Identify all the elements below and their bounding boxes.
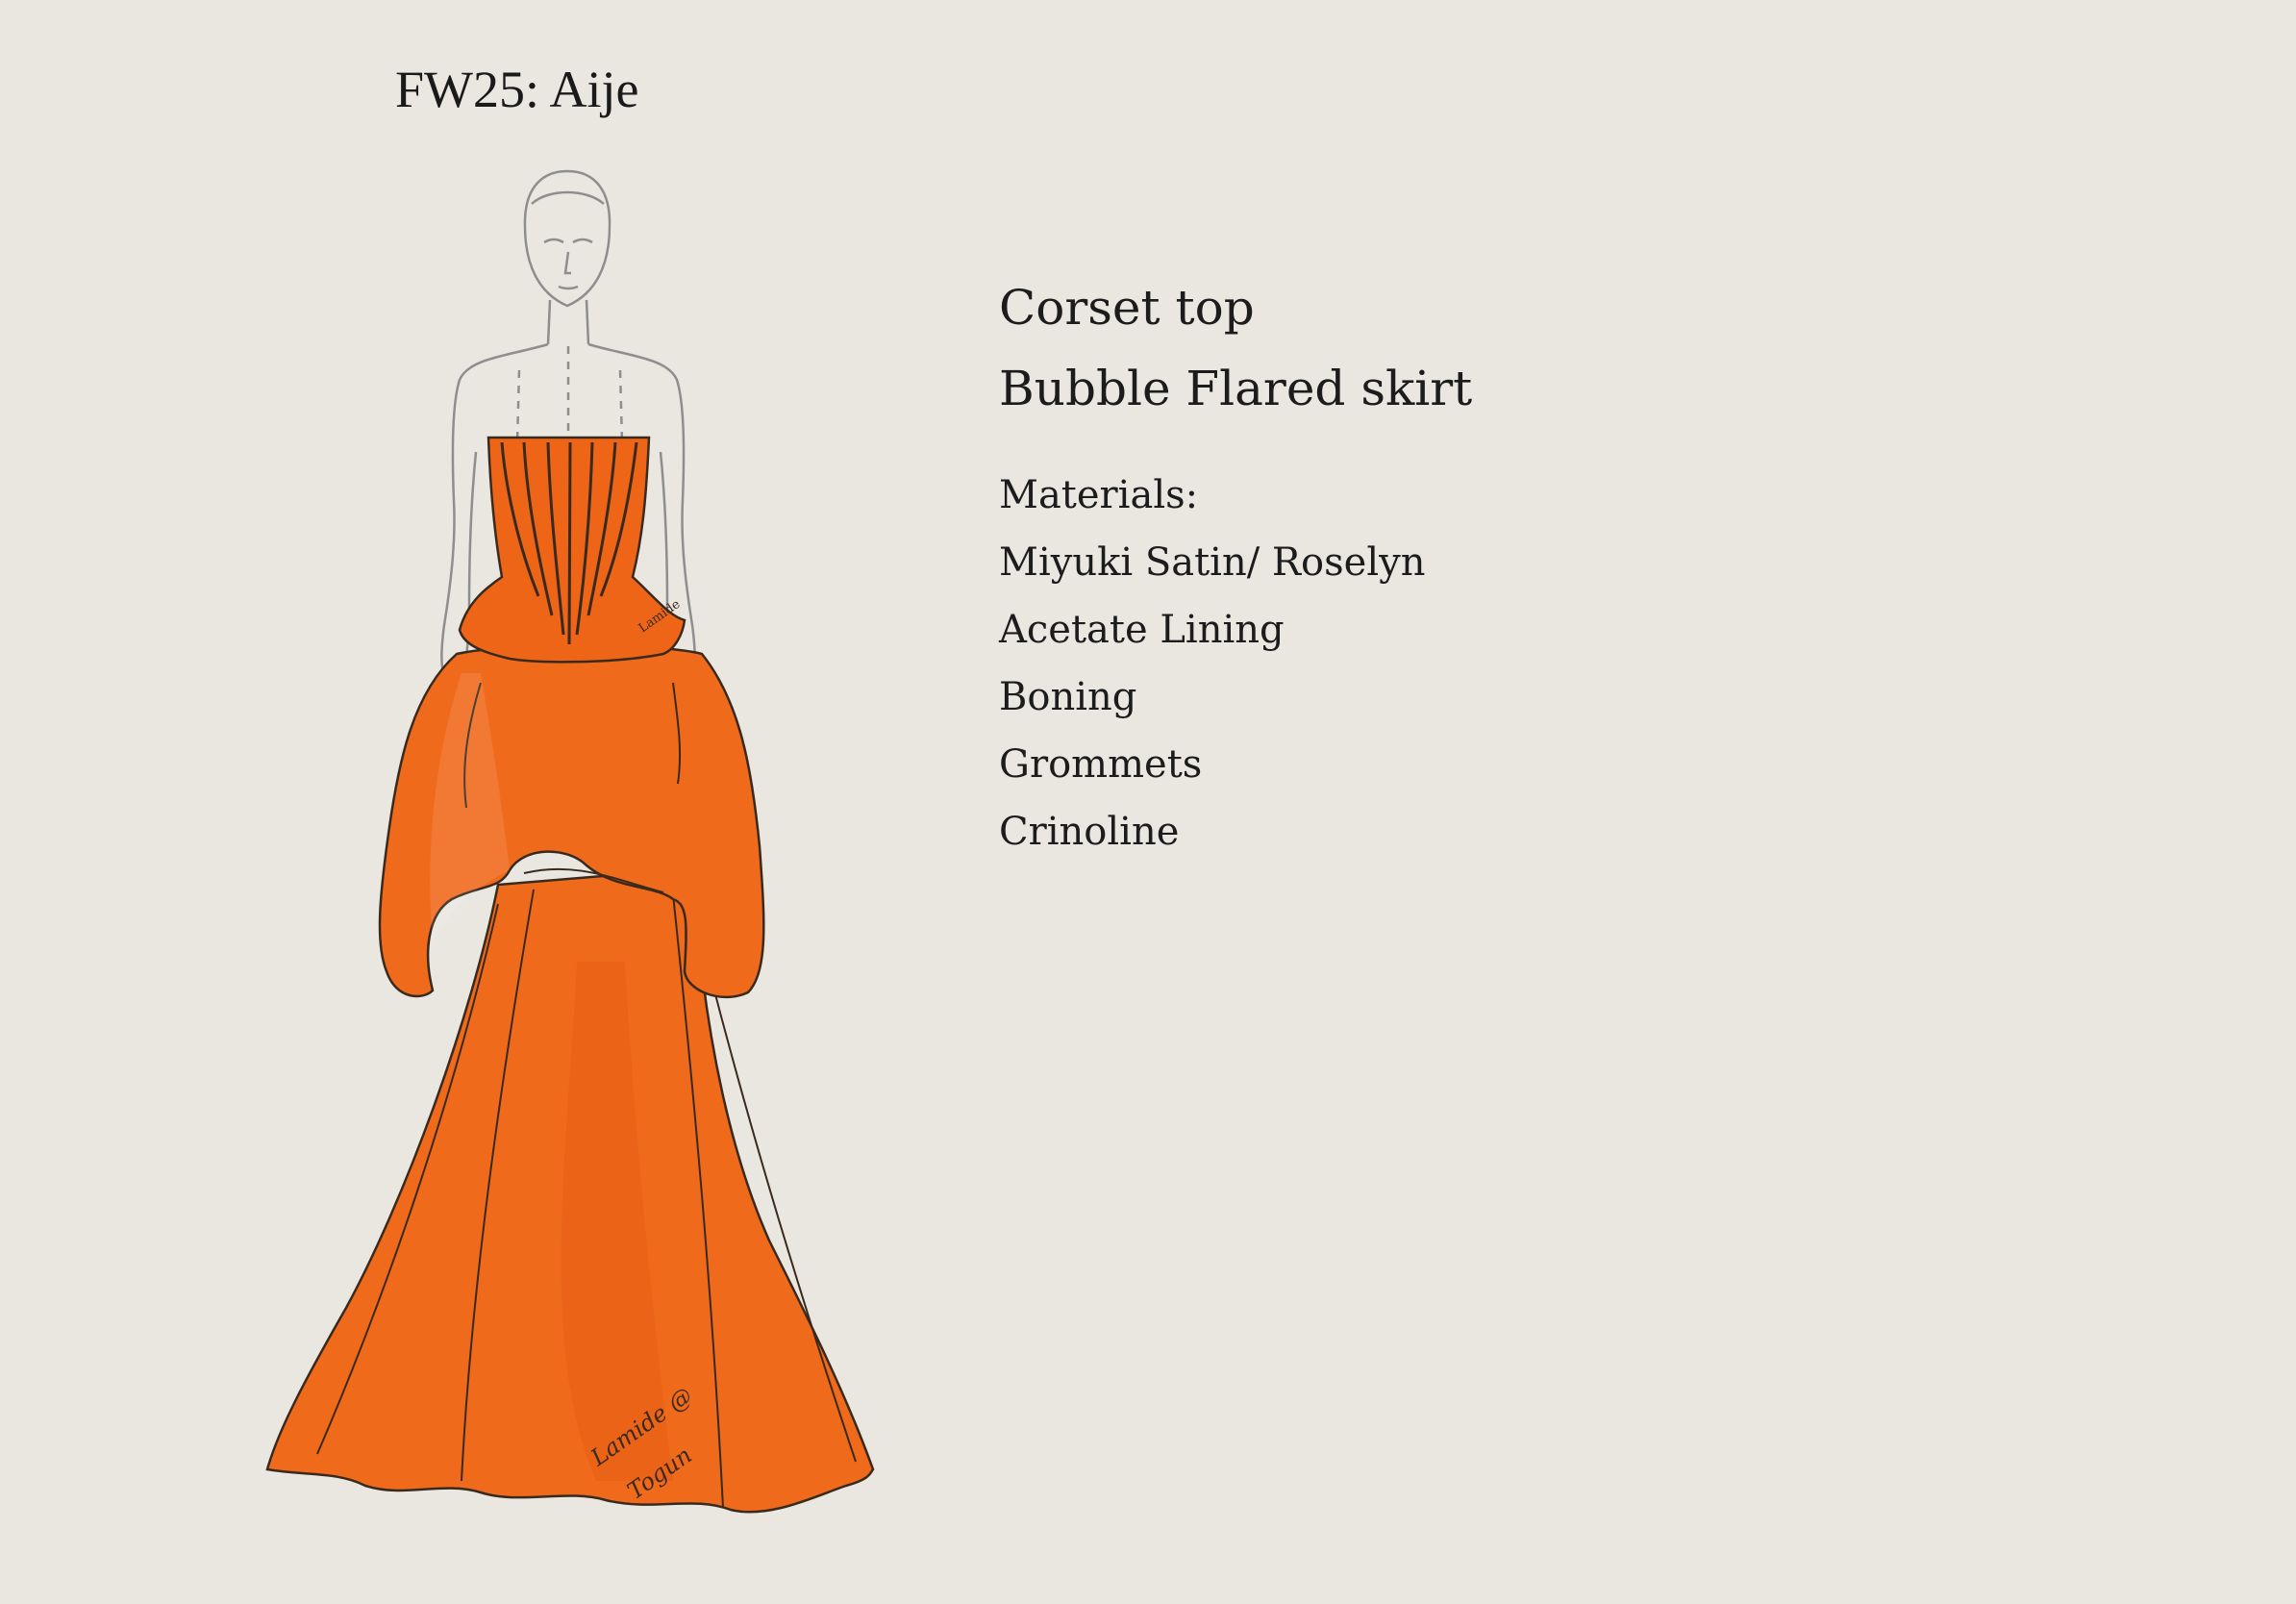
material-item: Grommets [999,742,1203,787]
material-item: Boning [999,675,1137,719]
design-notes: Corset top Bubble Flared skirt Materials… [999,267,1472,865]
materials-list: Materials: Miyuki Satin/ Roselyn Acetate… [999,462,1472,865]
material-item: Crinoline [999,810,1180,854]
material-item: Miyuki Satin/ Roselyn [999,540,1426,585]
garment-piece: Bubble Flared skirt [999,361,1473,416]
material-item: Acetate Lining [999,608,1285,652]
materials-heading: Materials: [999,473,1199,517]
garment-piece: Corset top [999,280,1255,336]
sketch-page: FW25: Aije Lamide Lamide @ Togun Corset … [0,0,2296,1604]
